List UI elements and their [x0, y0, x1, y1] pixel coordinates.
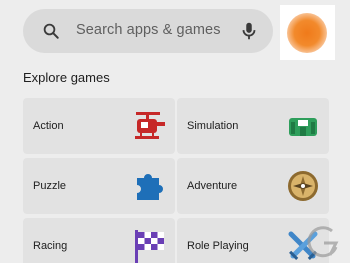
puzzle-piece-icon	[137, 174, 163, 200]
category-tile-puzzle[interactable]: Puzzle	[23, 158, 175, 214]
play-store-games-screen: Search apps & games Explore games Action…	[0, 0, 350, 263]
account-avatar-button[interactable]	[280, 5, 335, 60]
search-input-placeholder[interactable]: Search apps & games	[76, 22, 221, 38]
search-bar[interactable]: Search apps & games	[23, 9, 273, 53]
helicopter-icon	[135, 112, 165, 139]
avatar	[287, 13, 327, 53]
category-label: Racing	[33, 240, 68, 252]
category-tile-racing[interactable]: Racing	[23, 218, 175, 263]
checkered-flag-icon	[135, 230, 164, 263]
category-label: Simulation	[187, 120, 239, 132]
mic-icon[interactable]	[238, 20, 260, 42]
stadium-icon	[289, 118, 317, 136]
category-label: Adventure	[187, 180, 238, 192]
category-label: Role Playing	[187, 240, 249, 252]
category-tile-action[interactable]: Action	[23, 98, 175, 154]
category-label: Puzzle	[33, 180, 67, 192]
category-tile-adventure[interactable]: Adventure	[177, 158, 329, 214]
search-icon	[43, 23, 59, 39]
compass-icon	[288, 171, 318, 201]
watermark-logo-icon	[307, 226, 339, 258]
category-label: Action	[33, 120, 64, 132]
section-title: Explore games	[23, 70, 110, 85]
category-tile-simulation[interactable]: Simulation	[177, 98, 329, 154]
